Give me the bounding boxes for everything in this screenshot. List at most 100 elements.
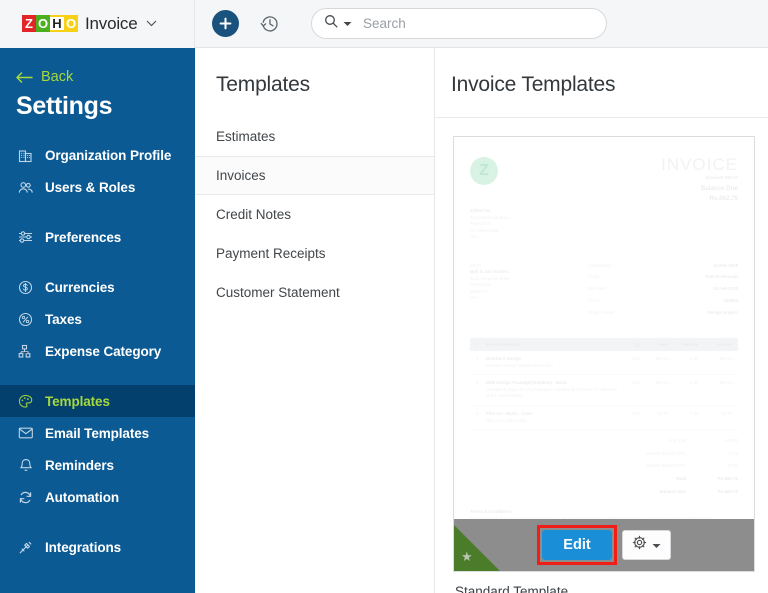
nav-divider xyxy=(0,369,195,385)
nav-divider xyxy=(0,205,195,221)
preview-from-line: USA xyxy=(470,234,479,240)
preview-notes-label: Terms & Conditions xyxy=(470,509,512,515)
main-panel: Invoice Templates Z INVOICE Invoice# INV… xyxy=(435,48,768,593)
preview-total-row: Balance Due Rs.662.75 xyxy=(470,489,738,496)
preview-from-block: Zylker Inc 4141 Hacienda Drive Pleasanto… xyxy=(470,208,738,241)
sidebar-item-label: Currencies xyxy=(45,279,115,295)
edit-button-highlight: Edit xyxy=(537,525,617,565)
preview-meta-label: Project Name : xyxy=(588,309,616,315)
recent-history-icon[interactable] xyxy=(257,11,283,37)
row-item: Brochure Design xyxy=(486,355,522,361)
row-desc: Brochure Design Single Sided Color xyxy=(486,362,554,368)
template-preview[interactable]: Z INVOICE Invoice# INV-17 Balance Due Rs… xyxy=(454,137,754,519)
gear-icon xyxy=(632,535,647,555)
sidebar-item-templates[interactable]: Templates xyxy=(0,385,195,417)
sidebar-item-currencies[interactable]: Currencies xyxy=(0,271,195,303)
preview-header: Z INVOICE Invoice# INV-17 Balance Due Rs… xyxy=(470,155,738,202)
preview-table-header: # Item & Description Qty Rate Discount A… xyxy=(470,337,738,351)
total-label: Sample Tax2 (3.00%) xyxy=(646,463,686,469)
template-name-label: Standard Template xyxy=(455,584,569,593)
list-item-customer-statement[interactable]: Customer Statement xyxy=(195,273,434,312)
row-item: Flier A4 - Basic - Color xyxy=(486,410,533,416)
row-amount: 30.00 xyxy=(721,410,732,416)
preview-col-rate: Rate xyxy=(659,341,668,347)
settings-sidebar: Back Settings Organization Profile Users… xyxy=(0,48,195,593)
total-value: Rs.662.75 xyxy=(717,475,738,481)
row-item: Web Design Package(Template) - Basic xyxy=(486,380,568,386)
row-num: 3 xyxy=(476,410,479,416)
preview-meta-row: Terms : Due On Receipt xyxy=(588,274,738,281)
preview-meta-row: Due Date : 15 Feb 2018 xyxy=(588,286,738,293)
search-input[interactable] xyxy=(357,16,594,31)
sidebar-item-reminders[interactable]: Reminders xyxy=(0,449,195,481)
sidebar-item-expense-category[interactable]: Expense Category xyxy=(0,335,195,367)
list-item-credit-notes[interactable]: Credit Notes xyxy=(195,195,434,234)
total-value: 21.00 xyxy=(727,463,738,469)
nav-group: Templates Email Templates Reminders Auto… xyxy=(0,385,195,513)
caret-down-icon xyxy=(652,536,661,554)
sidebar-item-label: Organization Profile xyxy=(45,147,172,163)
preview-bill-to-company: Bob & Jan Traders xyxy=(470,269,509,275)
row-qty: 1.00 xyxy=(631,410,640,416)
search-filter-caret-icon[interactable] xyxy=(343,21,352,27)
zoho-logo-o2: O xyxy=(64,15,78,32)
sidebar-item-email-templates[interactable]: Email Templates xyxy=(0,417,195,449)
back-link[interactable]: Back xyxy=(0,48,195,85)
sidebar-item-label: Preferences xyxy=(45,229,122,245)
nav-divider xyxy=(0,515,195,531)
arrow-left-icon xyxy=(16,71,33,83)
row-num: 1 xyxy=(476,355,479,361)
template-actions-bar: ★ Edit xyxy=(454,519,754,571)
main-heading: Invoice Templates xyxy=(435,48,768,118)
zoho-logo: Z O H O xyxy=(22,14,78,33)
preview-line-items-table: # Item & Description Qty Rate Discount A… xyxy=(470,337,738,431)
zoho-logo-h: H xyxy=(50,15,64,32)
chevron-down-icon[interactable] xyxy=(146,20,157,27)
list-item-invoices[interactable]: Invoices xyxy=(195,156,434,195)
preview-table-row: 3 Flier A4 - Basic - Color Flier A4 1 Si… xyxy=(470,406,738,431)
template-settings-dropdown[interactable] xyxy=(621,530,671,560)
search-icon xyxy=(324,14,338,33)
top-bar: Z O H O Invoice xyxy=(0,0,768,48)
row-discount: 0.00 xyxy=(689,410,698,416)
total-value: Rs.662.75 xyxy=(717,488,738,494)
sidebar-item-integrations[interactable]: Integrations xyxy=(0,531,195,563)
preview-meta-value: 15 Feb 2018 xyxy=(713,262,738,268)
sidebar-item-organization-profile[interactable]: Organization Profile xyxy=(0,139,195,171)
preview-total-row: Total Rs.662.75 xyxy=(470,476,738,483)
search-bar[interactable] xyxy=(311,8,607,39)
row-rate: 350.00 xyxy=(655,355,668,361)
preview-meta-value: Design project xyxy=(707,309,739,315)
preview-table-row: 2 Web Design Package(Template) - Basic C… xyxy=(470,375,738,406)
preview-meta-row: P.O.# : 321654 xyxy=(588,298,738,305)
refresh-icon xyxy=(17,489,34,506)
template-card[interactable]: Z INVOICE Invoice# INV-17 Balance Due Rs… xyxy=(453,136,755,572)
preview-col-amount: Amount xyxy=(717,341,732,347)
palette-icon xyxy=(17,393,34,410)
total-value: 11.75 xyxy=(727,450,738,456)
preview-balance-due-label: Balance Due xyxy=(700,184,738,192)
list-item-payment-receipts[interactable]: Payment Receipts xyxy=(195,234,434,273)
row-rate: 30.00 xyxy=(657,410,668,416)
hierarchy-icon xyxy=(17,343,34,360)
preview-col-discount: Discount xyxy=(681,341,698,347)
add-new-button[interactable] xyxy=(212,10,239,37)
settings-nav: Organization Profile Users & Roles Prefe… xyxy=(0,139,195,563)
templates-list-title: Templates xyxy=(216,73,310,96)
page-title: Settings xyxy=(16,92,113,120)
users-icon xyxy=(17,179,34,196)
sidebar-item-automation[interactable]: Automation xyxy=(0,481,195,513)
nav-group: Integrations xyxy=(0,531,195,563)
envelope-icon xyxy=(17,425,34,442)
sidebar-item-taxes[interactable]: Taxes xyxy=(0,303,195,335)
preview-total-row: Sample Tax1 (4.70%) 11.75 xyxy=(470,451,738,458)
sidebar-item-preferences[interactable]: Preferences xyxy=(0,221,195,253)
plug-icon xyxy=(17,539,34,556)
brand-area[interactable]: Z O H O Invoice xyxy=(0,0,195,48)
list-item-estimates[interactable]: Estimates xyxy=(195,117,434,156)
edit-button[interactable]: Edit xyxy=(542,530,612,560)
sidebar-item-users-roles[interactable]: Users & Roles xyxy=(0,171,195,203)
row-amount: 350.00 xyxy=(719,355,732,361)
row-num: 2 xyxy=(476,380,479,386)
nav-group: Preferences xyxy=(0,221,195,253)
